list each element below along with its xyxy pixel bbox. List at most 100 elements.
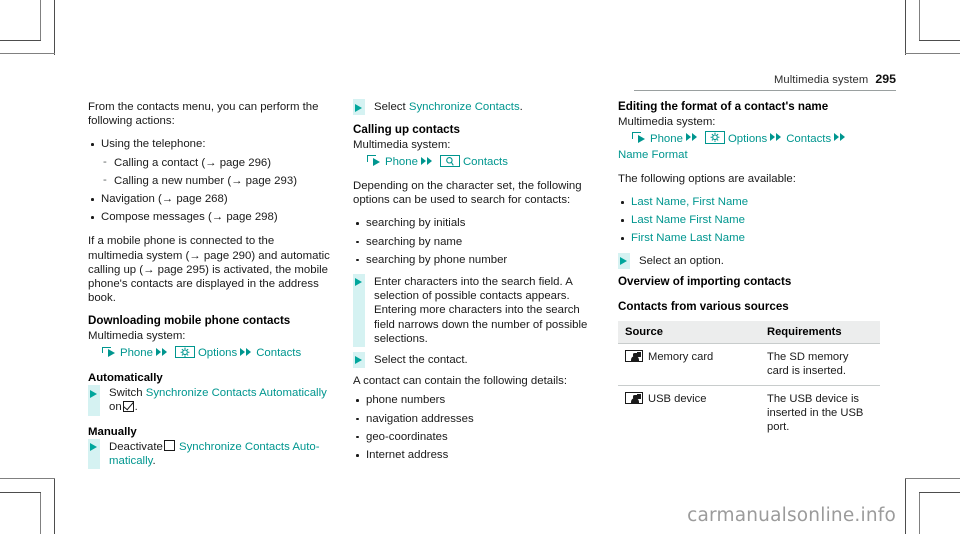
list-item: searching by initials bbox=[353, 216, 595, 230]
source-label: Memory card bbox=[648, 350, 714, 363]
cropmark-bottom-left-h2 bbox=[0, 478, 55, 480]
list-item[interactable]: Last Name, First Name bbox=[618, 195, 880, 209]
table-row: USB device The USB device is inserted in… bbox=[618, 385, 880, 441]
search-icon bbox=[439, 154, 460, 168]
list-item[interactable]: First Name Last Name bbox=[618, 231, 880, 245]
cell-source: USB device bbox=[618, 385, 760, 441]
column-header-source: Source bbox=[618, 320, 760, 344]
downloading-contacts-heading: Downloading mobile phone contacts bbox=[88, 314, 291, 328]
list-item: Compose messages (→ page 298) bbox=[88, 210, 330, 224]
triangle-arrow-icon bbox=[620, 257, 627, 266]
path-step-phone[interactable]: Phone bbox=[650, 133, 683, 145]
checkbox-checked-icon[interactable] bbox=[122, 400, 134, 412]
path-step-phone[interactable]: Phone bbox=[385, 156, 418, 168]
cropmark-top-left-v bbox=[40, 0, 42, 41]
triangle-arrow-icon bbox=[355, 103, 362, 112]
cropmark-bottom-right-v2 bbox=[905, 478, 907, 534]
list-item: Navigation (→ page 268) bbox=[88, 192, 330, 206]
right-column: Editing the format of a contact's name M… bbox=[618, 100, 880, 475]
cropmark-top-right-h bbox=[919, 40, 960, 42]
cropmark-top-left-v2 bbox=[54, 0, 56, 55]
chevron-double-right-icon bbox=[770, 133, 783, 143]
list-item: geo-coordinates bbox=[353, 430, 595, 444]
page-header: Multimedia system 295 bbox=[634, 70, 896, 91]
contacts-sources-heading: Contacts from various sources bbox=[618, 300, 789, 314]
contact-details-list: phone numbers navigation addresses geo-c… bbox=[353, 393, 595, 462]
path-step-contacts[interactable]: Contacts bbox=[463, 156, 508, 168]
cropmark-bottom-right-h bbox=[919, 492, 960, 494]
page-header-title: Multimedia system bbox=[773, 74, 869, 86]
cell-source: Memory card bbox=[618, 343, 760, 386]
path-step-contacts[interactable]: Contacts bbox=[256, 347, 301, 359]
step-enter-characters: Enter characters into the search field. … bbox=[353, 273, 595, 347]
list-item: searching by name bbox=[353, 235, 595, 249]
path-step-options[interactable]: Options bbox=[198, 347, 237, 359]
triangle-arrow-icon bbox=[90, 443, 97, 452]
subitem-label: Calling a contact (→ page 296) bbox=[114, 156, 272, 169]
details-intro: A contact can contain the following deta… bbox=[353, 375, 568, 388]
chevron-double-right-icon bbox=[420, 156, 434, 166]
path-step-name-format[interactable]: Name Format bbox=[618, 149, 688, 161]
path-step-contacts[interactable]: Contacts bbox=[786, 133, 831, 145]
cropmark-bottom-left-v bbox=[40, 492, 42, 534]
table-header-row: Source Requirements bbox=[618, 320, 880, 344]
name-format-option-label[interactable]: Last Name, First Name bbox=[631, 196, 748, 208]
list-item: navigation addresses bbox=[353, 412, 595, 426]
action-label: Compose messages (→ page 298) bbox=[101, 211, 278, 224]
detail-label: phone numbers bbox=[366, 394, 446, 407]
watermark: carmanualsonline.info bbox=[687, 505, 896, 526]
cell-requirement: The SD memory card is inserted. bbox=[760, 343, 880, 386]
list-item: Using the telephone: Calling a contact (… bbox=[88, 137, 330, 188]
download-system-label: Multimedia system: bbox=[88, 329, 186, 342]
step-menu-label[interactable]: Synchronize Contacts Automatically bbox=[146, 387, 327, 399]
automatically-heading: Automatically bbox=[88, 372, 163, 385]
left-actions-list: Using the telephone: Calling a contact (… bbox=[88, 137, 330, 224]
step-mid: on bbox=[109, 401, 122, 414]
name-format-option-label[interactable]: Last Name First Name bbox=[631, 214, 745, 226]
cropmark-top-right-v bbox=[919, 0, 921, 41]
calling-up-contacts-heading: Calling up contacts bbox=[353, 123, 460, 137]
left-connected-note: If a mobile phone is connected to the mu… bbox=[88, 235, 330, 305]
triangle-arrow-icon bbox=[355, 278, 362, 287]
name-format-option-label[interactable]: First Name Last Name bbox=[631, 232, 745, 244]
cropmark-bottom-left-v2 bbox=[54, 478, 56, 534]
memory-card-icon bbox=[625, 349, 643, 362]
page-columns: From the contacts menu, you can perform … bbox=[88, 98, 892, 475]
step-text: Select an option. bbox=[639, 254, 724, 267]
step-prefix: Select bbox=[374, 101, 406, 113]
table-row: Memory card The SD memory card is insert… bbox=[618, 343, 880, 386]
step-menu-label[interactable]: Synchronize Contacts bbox=[409, 101, 520, 113]
calling-system-label: Multimedia system: bbox=[353, 138, 451, 151]
search-option-label: searching by name bbox=[366, 235, 463, 248]
manually-heading: Manually bbox=[88, 425, 137, 438]
step-prefix: Switch bbox=[109, 387, 143, 400]
chevron-double-right-icon bbox=[240, 347, 253, 357]
detail-label: navigation addresses bbox=[366, 412, 474, 425]
name-format-path: Phone Options Contacts Name Format bbox=[618, 131, 880, 163]
step-select-contact: Select the contact. bbox=[353, 351, 595, 369]
path-step-options[interactable]: Options bbox=[728, 133, 767, 145]
action-label: Navigation (→ page 268) bbox=[101, 193, 228, 206]
source-label: USB device bbox=[648, 392, 707, 405]
editing-name-format-heading: Editing the format of a contact's name bbox=[618, 100, 829, 113]
chevron-double-right-icon bbox=[155, 347, 169, 357]
list-item: Calling a contact (→ page 296) bbox=[101, 155, 330, 170]
options-intro: The following options are available: bbox=[618, 172, 796, 185]
cropmark-top-left-h bbox=[0, 40, 41, 42]
left-intro-text: From the contacts menu, you can perform … bbox=[88, 101, 319, 128]
column-header-requirements: Requirements bbox=[760, 320, 880, 344]
list-item[interactable]: Last Name First Name bbox=[618, 213, 880, 227]
search-options-list: searching by initials searching by name … bbox=[353, 216, 595, 267]
return-arrow-icon bbox=[367, 155, 382, 167]
calling-contacts-path: Phone Contacts bbox=[353, 154, 595, 170]
checkbox-unchecked-icon[interactable] bbox=[163, 440, 175, 452]
usb-device-icon bbox=[625, 391, 643, 404]
detail-label: Internet address bbox=[366, 448, 449, 461]
triangle-arrow-icon bbox=[90, 389, 97, 398]
list-item: Calling a new number (→ page 293) bbox=[101, 173, 330, 188]
chevron-double-right-icon bbox=[685, 133, 699, 143]
step-switch-sync-auto: Switch Synchronize Contacts Automaticall… bbox=[88, 385, 330, 416]
cell-requirement: The USB device is inserted in the USB po… bbox=[767, 392, 864, 433]
step-text: Enter characters into the search field. … bbox=[374, 275, 588, 345]
path-step-phone[interactable]: Phone bbox=[120, 347, 153, 359]
